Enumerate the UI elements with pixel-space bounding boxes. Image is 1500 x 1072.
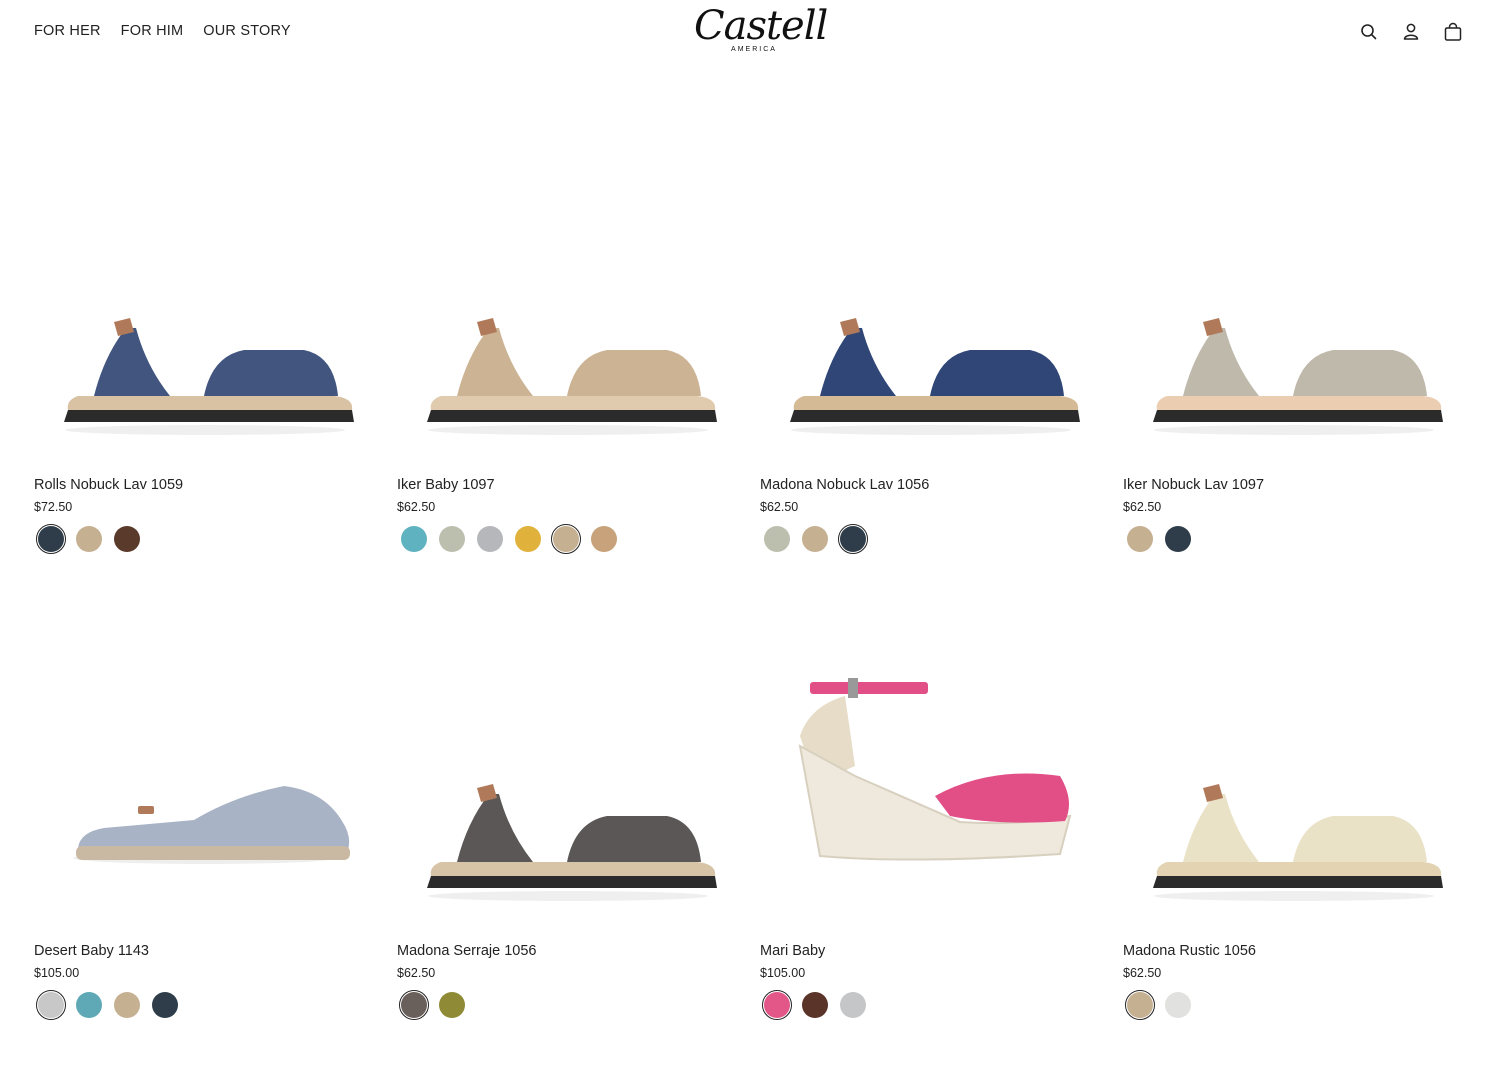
brand-logo[interactable]: Castell AMERICA: [694, 3, 828, 58]
nav-for-him[interactable]: FOR HIM: [121, 23, 184, 39]
color-swatch[interactable]: [551, 524, 581, 554]
search-icon[interactable]: [1360, 22, 1378, 42]
color-swatch[interactable]: [74, 524, 104, 554]
color-swatch[interactable]: [513, 524, 543, 554]
nav-for-her[interactable]: FOR HER: [34, 23, 101, 39]
account-icon[interactable]: [1402, 22, 1420, 42]
color-swatch[interactable]: [112, 990, 142, 1020]
color-swatches: [399, 990, 467, 1020]
color-swatch[interactable]: [74, 990, 104, 1020]
product-price: $62.50: [760, 500, 799, 514]
color-swatch[interactable]: [800, 990, 830, 1020]
color-swatch[interactable]: [437, 990, 467, 1020]
color-swatch[interactable]: [1125, 990, 1155, 1020]
product-title[interactable]: Madona Serraje 1056: [397, 943, 536, 959]
color-swatch[interactable]: [399, 524, 429, 554]
color-swatch[interactable]: [36, 524, 66, 554]
color-swatches: [36, 990, 180, 1020]
color-swatch[interactable]: [762, 990, 792, 1020]
product-title[interactable]: Madona Nobuck Lav 1056: [760, 477, 929, 493]
logo-wordmark: Castell: [694, 3, 828, 49]
color-swatch[interactable]: [437, 524, 467, 554]
nav-our-story[interactable]: OUR STORY: [203, 23, 290, 39]
product-title[interactable]: Iker Baby 1097: [397, 477, 495, 493]
bag-icon[interactable]: [1444, 22, 1462, 42]
product-title[interactable]: Desert Baby 1143: [34, 943, 149, 959]
color-swatch[interactable]: [762, 524, 792, 554]
color-swatch[interactable]: [475, 524, 505, 554]
color-swatch[interactable]: [800, 524, 830, 554]
color-swatch[interactable]: [1125, 524, 1155, 554]
header-actions: [1360, 22, 1462, 42]
product-price: $62.50: [1123, 500, 1162, 514]
main-nav: FOR HER FOR HIM OUR STORY: [34, 23, 291, 39]
color-swatch[interactable]: [150, 990, 180, 1020]
product-price: $72.50: [34, 500, 73, 514]
product-price: $105.00: [760, 966, 806, 980]
product-title[interactable]: Iker Nobuck Lav 1097: [1123, 477, 1264, 493]
product-price: $62.50: [1123, 966, 1162, 980]
product-image[interactable]: [34, 160, 377, 460]
product-image[interactable]: [397, 160, 740, 460]
product-price: $62.50: [397, 966, 436, 980]
product-image[interactable]: [34, 626, 377, 926]
color-swatch[interactable]: [838, 990, 868, 1020]
product-title[interactable]: Mari Baby: [760, 943, 825, 959]
product-image[interactable]: [1123, 160, 1466, 460]
color-swatches: [1125, 990, 1193, 1020]
product-image[interactable]: [760, 626, 1103, 926]
product-price: $62.50: [397, 500, 436, 514]
color-swatches: [399, 524, 619, 554]
color-swatch[interactable]: [589, 524, 619, 554]
color-swatch[interactable]: [399, 990, 429, 1020]
color-swatches: [762, 990, 868, 1020]
product-image[interactable]: [397, 626, 740, 926]
color-swatch[interactable]: [36, 990, 66, 1020]
product-image[interactable]: [1123, 626, 1466, 926]
color-swatches: [762, 524, 868, 554]
color-swatches: [1125, 524, 1193, 554]
color-swatch[interactable]: [1163, 524, 1193, 554]
color-swatch[interactable]: [112, 524, 142, 554]
color-swatch[interactable]: [1163, 990, 1193, 1020]
product-price: $105.00: [34, 966, 80, 980]
product-title[interactable]: Madona Rustic 1056: [1123, 943, 1256, 959]
site-header: FOR HER FOR HIM OUR STORY Castell AMERIC…: [0, 0, 1500, 64]
product-title[interactable]: Rolls Nobuck Lav 1059: [34, 477, 183, 493]
color-swatches: [36, 524, 142, 554]
product-image[interactable]: [760, 160, 1103, 460]
color-swatch[interactable]: [838, 524, 868, 554]
